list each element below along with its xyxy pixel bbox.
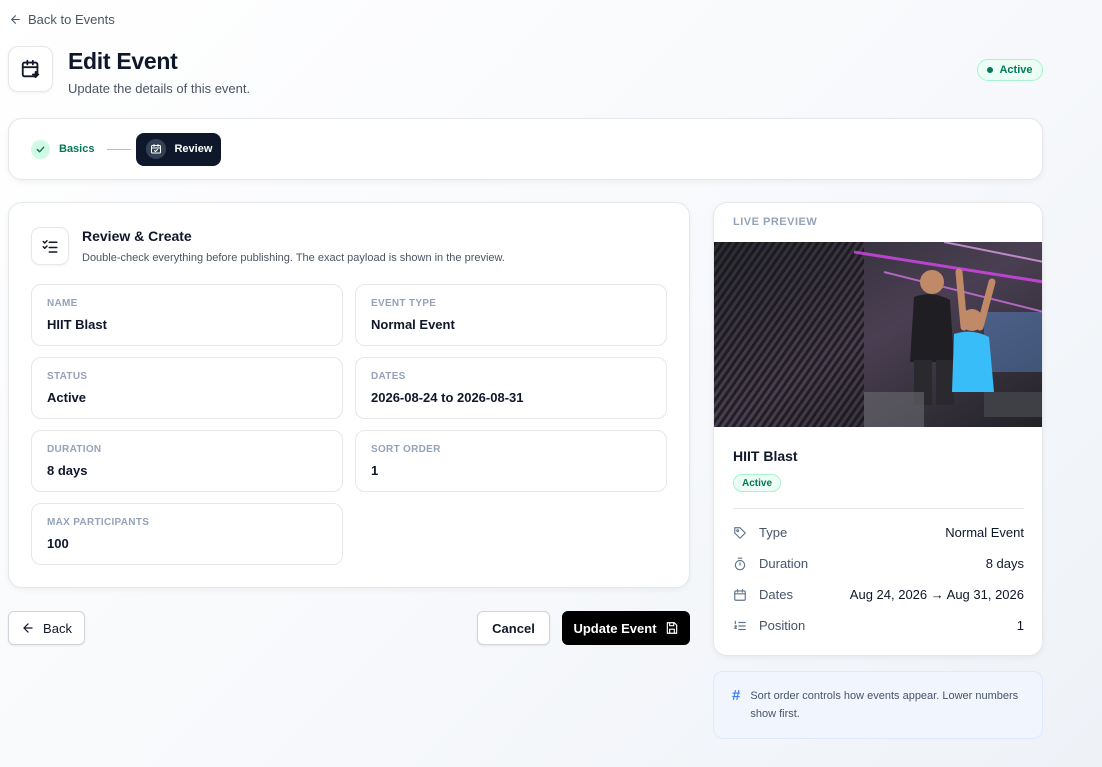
preview-row-label: Duration: [759, 556, 809, 571]
field-value: 8 days: [47, 463, 88, 478]
field-duration: DURATION 8 days: [31, 430, 343, 492]
status-dot-icon: [987, 67, 994, 73]
preview-row-position: Position 1: [733, 618, 1024, 633]
review-header: Review & Create Double-check everything …: [31, 227, 505, 265]
preview-status-badge: Active: [733, 474, 781, 492]
page-title: Edit Event: [68, 48, 178, 74]
preview-row-label: Type: [759, 525, 788, 540]
field-label: DURATION: [47, 444, 102, 455]
update-event-button-label: Update Event: [573, 620, 657, 636]
field-label: STATUS: [47, 371, 88, 382]
field-label: NAME: [47, 298, 78, 309]
field-value: 2026-08-24 to 2026-08-31: [371, 390, 524, 405]
cancel-button-label: Cancel: [492, 620, 535, 636]
field-max-participants: MAX PARTICIPANTS 100: [31, 503, 343, 565]
step-basics-label: Basics: [59, 143, 95, 155]
stepper: Basics Review: [8, 118, 1043, 180]
field-label: SORT ORDER: [371, 444, 441, 455]
review-subtitle: Double-check everything before publishin…: [82, 252, 505, 264]
hint-text: Sort order controls how events appear. L…: [750, 690, 1019, 720]
back-to-events-label: Back to Events: [28, 12, 115, 27]
sort-order-hint: # Sort order controls how events appear.…: [713, 671, 1043, 739]
event-image: [714, 242, 1042, 427]
field-name: NAME HIIT Blast: [31, 284, 343, 346]
field-status: STATUS Active: [31, 357, 343, 419]
list-checks-icon: [31, 227, 69, 265]
list-ordered-icon: [734, 620, 746, 630]
page-header: Edit Event Update the details of this ev…: [8, 46, 250, 96]
status-badge: Active: [977, 59, 1043, 81]
status-badge-label: Active: [999, 64, 1033, 76]
save-icon: [666, 622, 677, 634]
field-value: Active: [47, 390, 87, 405]
preview-row-dates: Dates Aug 24, 2026 → Aug 31, 2026: [733, 587, 1024, 602]
field-value: 1: [371, 463, 379, 478]
review-card: Review & Create Double-check everything …: [8, 202, 690, 588]
check-icon: [31, 139, 50, 159]
review-title: Review & Create: [82, 228, 192, 244]
field-event-type: EVENT TYPE Normal Event: [355, 284, 667, 346]
calendar-check-icon: [146, 139, 167, 159]
step-review[interactable]: Review: [136, 132, 222, 166]
step-basics[interactable]: Basics: [31, 139, 95, 159]
calendar-icon: [734, 588, 746, 601]
tag-icon: [734, 526, 746, 539]
update-event-button[interactable]: Update Event: [562, 611, 690, 645]
field-label: MAX PARTICIPANTS: [47, 517, 150, 528]
field-value: 100: [47, 536, 69, 551]
field-value: Normal Event: [371, 317, 455, 332]
preview-row-type: Type Normal Event: [733, 525, 1024, 540]
back-button-label: Back: [43, 620, 72, 636]
preview-label: LIVE PREVIEW: [733, 216, 818, 228]
step-review-label: Review: [174, 143, 213, 155]
preview-row-label: Dates: [759, 587, 793, 602]
field-value: HIIT Blast: [47, 317, 107, 332]
preview-row-value: 8 days: [985, 556, 1024, 571]
timer-icon: [734, 557, 746, 570]
cancel-button[interactable]: Cancel: [477, 611, 550, 645]
arrow-left-icon: [11, 15, 20, 24]
back-to-events-link[interactable]: Back to Events: [9, 12, 115, 27]
step-connector: [107, 148, 132, 150]
back-button[interactable]: Back: [8, 611, 85, 645]
hash-icon: #: [732, 687, 741, 704]
field-label: EVENT TYPE: [371, 298, 437, 309]
preview-row-value: Normal Event: [945, 525, 1024, 540]
live-preview-card: LIVE PREVIEW HIIT Blast Active Type Norm…: [713, 202, 1043, 656]
field-dates: DATES 2026-08-24 to 2026-08-31: [355, 357, 667, 419]
arrow-left-icon: [23, 623, 33, 633]
preview-row-value: 1: [1016, 618, 1024, 633]
page-subtitle: Update the details of this event.: [68, 81, 251, 96]
field-label: DATES: [371, 371, 406, 382]
preview-event-name: HIIT Blast: [733, 448, 798, 464]
preview-row-value: Aug 24, 2026 → Aug 31, 2026: [849, 587, 1024, 602]
divider: [733, 508, 1024, 509]
calendar-plus-icon: [8, 46, 53, 92]
field-sort-order: SORT ORDER 1: [355, 430, 667, 492]
preview-row-label: Position: [759, 618, 806, 633]
preview-row-duration: Duration 8 days: [733, 556, 1024, 571]
